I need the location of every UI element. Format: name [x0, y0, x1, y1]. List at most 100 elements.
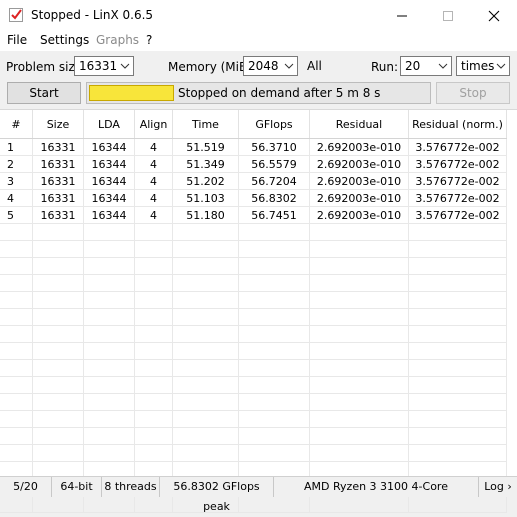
- table-row[interactable]: 3 16331 16344 4 51.202 56.7204 2.692003e-010 3.…: [0, 172, 507, 190]
- table-row[interactable]: 4 16331 16344 4 51.103 56.8302 2.692003e-010 3.…: [0, 189, 507, 207]
- status-peak: 56.8302 GFlops peak: [160, 477, 274, 513]
- menu-graphs[interactable]: Graphs: [96, 33, 139, 47]
- problem-size-select[interactable]: 16331: [74, 56, 134, 76]
- empty-cell: [172, 393, 239, 411]
- empty-cell: [83, 342, 135, 360]
- table-cell: 16331: [32, 172, 84, 190]
- memory-select[interactable]: 2048: [243, 56, 298, 76]
- empty-cell: [0, 495, 33, 513]
- empty-cell: [238, 342, 310, 360]
- table-cell: 4: [134, 172, 173, 190]
- empty-cell: [32, 393, 84, 411]
- empty-cell: [309, 325, 409, 343]
- empty-cell: [408, 427, 507, 445]
- column-header[interactable]: Time: [172, 110, 239, 139]
- empty-row: [0, 274, 507, 292]
- empty-cell: [83, 410, 135, 428]
- empty-cell: [309, 342, 409, 360]
- menu-settings[interactable]: Settings: [40, 33, 89, 47]
- empty-cell: [134, 393, 173, 411]
- column-header[interactable]: GFlops: [238, 110, 310, 139]
- empty-cell: [309, 308, 409, 326]
- progress-bar: Stopped on demand after 5 m 8 s: [86, 82, 431, 104]
- start-button[interactable]: Start: [7, 82, 81, 104]
- empty-row: [0, 444, 507, 462]
- stop-button[interactable]: Stop: [436, 82, 510, 104]
- empty-cell: [134, 240, 173, 258]
- empty-cell: [238, 427, 310, 445]
- empty-cell: [134, 444, 173, 462]
- empty-cell: [32, 444, 84, 462]
- column-header[interactable]: Size: [32, 110, 84, 139]
- empty-cell: [172, 359, 239, 377]
- run-count-select[interactable]: 20: [400, 56, 452, 76]
- empty-cell: [134, 359, 173, 377]
- empty-cell: [134, 308, 173, 326]
- run-unit-select[interactable]: times: [456, 56, 510, 76]
- empty-cell: [408, 240, 507, 258]
- empty-cell: [0, 308, 33, 326]
- table-row[interactable]: 2 16331 16344 4 51.349 56.5579 2.692003e-010 3.…: [0, 155, 507, 173]
- empty-cell: [0, 223, 33, 241]
- empty-cell: [309, 274, 409, 292]
- status-threads: 8 threads: [102, 477, 160, 497]
- column-header[interactable]: #: [0, 110, 33, 139]
- table-cell: 2.692003e-010: [309, 206, 409, 224]
- table-cell: 1: [0, 138, 33, 156]
- empty-cell: [172, 325, 239, 343]
- menu-file[interactable]: File: [7, 33, 27, 47]
- log-button[interactable]: Log ›: [479, 477, 517, 497]
- empty-cell: [83, 308, 135, 326]
- table-cell: 56.5579: [238, 155, 310, 173]
- column-header[interactable]: LDA: [83, 110, 135, 139]
- results-table-area[interactable]: # Size LDA Align Time GFlops Residual Residual …: [0, 109, 517, 513]
- empty-row: [0, 240, 507, 258]
- chevron-down-icon: [496, 63, 506, 69]
- table-cell: 16331: [32, 138, 84, 156]
- menu-help[interactable]: ?: [146, 33, 152, 47]
- app-checkmark-icon: [9, 8, 23, 22]
- empty-cell: [0, 410, 33, 428]
- table-cell: 2.692003e-010: [309, 172, 409, 190]
- table-cell: 4: [134, 138, 173, 156]
- empty-cell: [408, 393, 507, 411]
- table-cell: 2.692003e-010: [309, 155, 409, 173]
- empty-cell: [408, 410, 507, 428]
- table-cell: 56.8302: [238, 189, 310, 207]
- table-cell: 3.576772e-002: [408, 189, 507, 207]
- empty-cell: [309, 376, 409, 394]
- run-unit-value: times: [461, 59, 495, 73]
- empty-row: [0, 427, 507, 445]
- column-header[interactable]: Residual (norm.): [408, 110, 507, 139]
- maximize-icon: [443, 10, 453, 21]
- empty-cell: [309, 223, 409, 241]
- close-button[interactable]: [471, 0, 517, 31]
- empty-cell: [238, 359, 310, 377]
- empty-cell: [408, 495, 507, 513]
- minimize-button[interactable]: [379, 0, 425, 31]
- empty-cell: [83, 274, 135, 292]
- empty-cell: [0, 342, 33, 360]
- empty-cell: [172, 291, 239, 309]
- title-bar: Stopped - LinX 0.6.5: [0, 0, 517, 31]
- column-header[interactable]: Residual: [309, 110, 409, 139]
- table-row[interactable]: 5 16331 16344 4 51.180 56.7451 2.692003e-010 3.…: [0, 206, 507, 224]
- empty-cell: [0, 359, 33, 377]
- empty-cell: [172, 257, 239, 275]
- empty-cell: [83, 223, 135, 241]
- empty-row: [0, 495, 507, 513]
- empty-row: [0, 223, 507, 241]
- empty-cell: [0, 427, 33, 445]
- column-header[interactable]: Align: [134, 110, 173, 139]
- run-label: Run:: [371, 60, 399, 74]
- empty-cell: [0, 376, 33, 394]
- all-memory-label[interactable]: All: [307, 59, 322, 73]
- empty-cell: [309, 291, 409, 309]
- empty-cell: [83, 325, 135, 343]
- empty-cell: [134, 291, 173, 309]
- results-table: # Size LDA Align Time GFlops Residual Residual …: [0, 110, 507, 513]
- table-cell: 51.519: [172, 138, 239, 156]
- empty-cell: [83, 444, 135, 462]
- table-row[interactable]: 1 16331 16344 4 51.519 56.3710 2.692003e-010 3.…: [0, 138, 507, 156]
- empty-cell: [408, 274, 507, 292]
